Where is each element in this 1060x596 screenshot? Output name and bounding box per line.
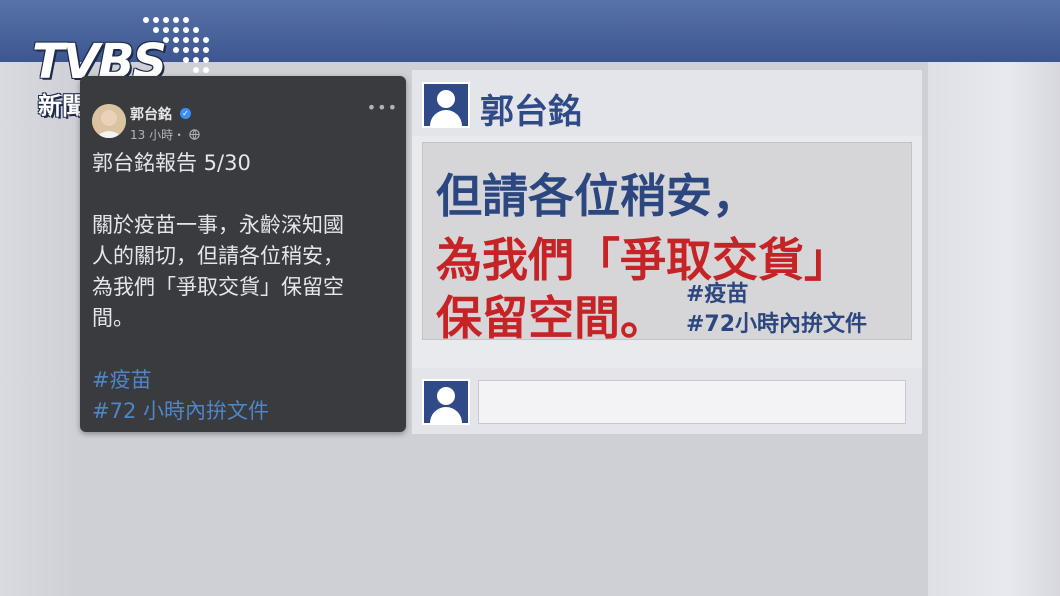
facebook-post-card: 郭台銘 ✓ 13 小時・ ••• 郭台銘報告 5/30 關於疫苗一事，永齡深知國… [80, 76, 406, 432]
avatar-portrait-icon [92, 104, 126, 138]
avatar[interactable] [92, 104, 126, 138]
post-timestamp[interactable]: 13 小時・ [130, 126, 200, 143]
user-placeholder-icon [422, 82, 470, 128]
quote-author-name: 郭台銘 [480, 92, 582, 132]
post-body-line: 為我們「爭取交貨」保留空 [92, 275, 344, 299]
post-time-text: 13 小時・ [130, 128, 186, 142]
post-author-name[interactable]: 郭台銘 [130, 104, 172, 124]
post-body-line: 人的關切，但請各位稍安， [92, 244, 344, 268]
post-body-line: 關於疫苗一事，永齡深知國 [92, 213, 344, 237]
hashtag-link[interactable]: #72 小時內拚文件 [92, 396, 402, 427]
quote-line-3: 保留空間。 [436, 291, 666, 345]
globe-icon [189, 129, 200, 140]
quote-line-1: 但請各位稍安， [436, 169, 758, 223]
more-options-icon[interactable]: ••• [367, 98, 398, 117]
quote-hashtag: #疫苗 [686, 282, 749, 307]
post-body: 郭台銘報告 5/30 關於疫苗一事，永齡深知國 人的關切，但請各位稍安， 為我們… [92, 148, 402, 427]
verified-badge-icon: ✓ [180, 108, 191, 119]
post-title: 郭台銘報告 5/30 [92, 151, 251, 175]
quote-hashtag: #72小時內拚文件 [686, 312, 868, 337]
right-background-strip [928, 62, 1060, 596]
left-background-strip [0, 62, 72, 596]
quote-line-2: 為我們「爭取交貨」 [436, 233, 850, 287]
hashtag-link[interactable]: #疫苗 [92, 365, 402, 396]
commenter-placeholder-icon [422, 379, 470, 425]
comment-input[interactable] [478, 380, 906, 424]
post-body-line: 間。 [92, 306, 134, 330]
